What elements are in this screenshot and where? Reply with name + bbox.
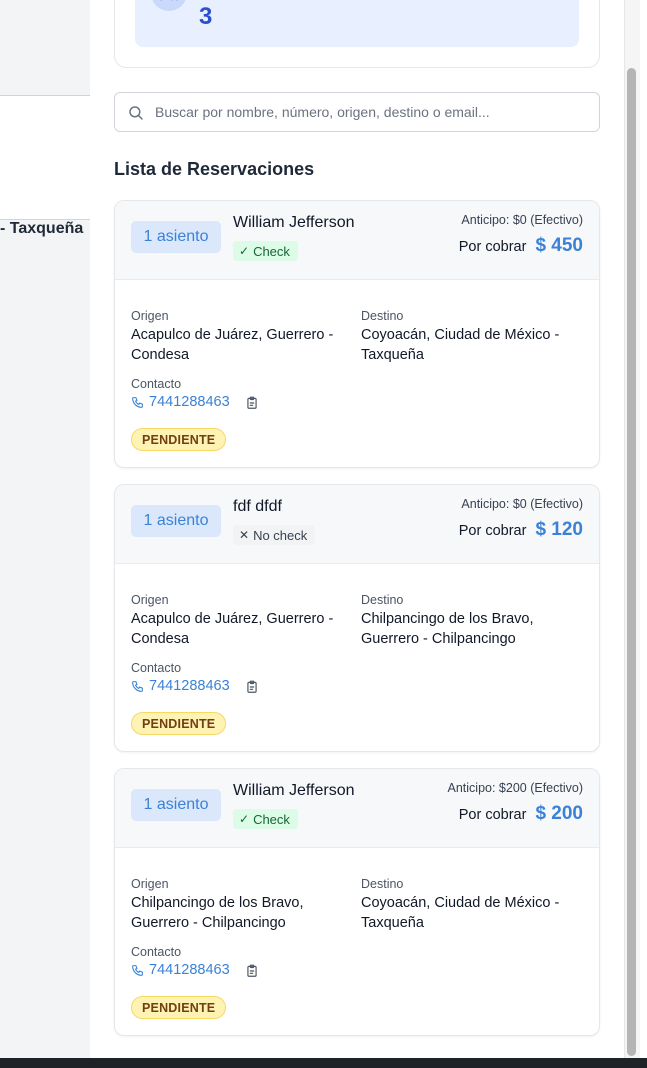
check-badge[interactable]: ✕ No check [233, 525, 316, 545]
phone-link[interactable]: 7441288463 [131, 678, 230, 694]
stats-card: 3 [114, 0, 600, 68]
deposit-text: Anticipo: $0 (Efectivo) [461, 213, 583, 227]
reservation-header: 1 asiento fdf dfdf ✕ No check Anticipo: … [115, 485, 599, 564]
destination-value: Coyoacán, Ciudad de México - Taxqueña [361, 327, 560, 363]
phone-number: 7441288463 [149, 678, 230, 694]
search-input[interactable] [155, 93, 595, 131]
stats-value: 3 [199, 3, 213, 30]
background-route-card[interactable]: - Taxqueña [0, 95, 96, 237]
contact-label: Contacto [131, 661, 182, 675]
status-badge: PENDIENTE [131, 712, 227, 735]
passenger-name: William Jefferson [233, 214, 355, 231]
origin-label: Origen [131, 309, 169, 323]
seat-count-badge: 1 asiento [131, 221, 221, 253]
passenger-name: William Jefferson [233, 782, 355, 799]
users-icon [151, 0, 187, 11]
destination-value: Chilpancingo de los Bravo, Guerrero - Ch… [361, 611, 534, 647]
deposit-text: Anticipo: $0 (Efectivo) [461, 497, 583, 511]
reservation-header: 1 asiento William Jefferson ✓ Check Anti… [115, 769, 599, 848]
stats-panel: 3 [135, 0, 579, 47]
amount-due-value: $ 200 [535, 803, 583, 824]
destination-label: Destino [361, 593, 404, 607]
reservation-card[interactable]: 1 asiento William Jefferson ✓ Check Anti… [114, 768, 600, 1036]
amount-due-value: $ 450 [535, 235, 583, 256]
amount-due: Por cobrar $ 450 [459, 235, 583, 257]
check-label: Check [253, 243, 290, 259]
check-badge[interactable]: ✓ Check [233, 809, 298, 829]
phone-link[interactable]: 7441288463 [131, 394, 230, 410]
destination-label: Destino [361, 877, 404, 891]
search-icon [129, 106, 143, 120]
check-label: No check [253, 527, 308, 543]
status-badge: PENDIENTE [131, 428, 227, 451]
destination-label: Destino [361, 309, 404, 323]
amount-due-label: Por cobrar [458, 523, 527, 539]
check-badge[interactable]: ✓ Check [233, 241, 298, 261]
contact-label: Contacto [131, 377, 182, 391]
status-badge: PENDIENTE [131, 996, 227, 1019]
search-box [114, 92, 600, 132]
phone-link[interactable]: 7441288463 [131, 962, 230, 978]
clipboard-icon[interactable] [245, 680, 259, 694]
amount-due: Por cobrar $ 200 [459, 803, 583, 825]
check-icon: ✓ [239, 244, 250, 258]
reservation-card[interactable]: 1 asiento William Jefferson ✓ Check Anti… [114, 200, 600, 468]
clipboard-icon[interactable] [245, 964, 259, 978]
check-label: Check [253, 811, 290, 827]
origin-value: Acapulco de Juárez, Guerrero - Condesa [131, 327, 334, 363]
check-icon: ✓ [239, 812, 250, 826]
seat-count-badge: 1 asiento [131, 505, 221, 537]
phone-number: 7441288463 [149, 394, 230, 410]
phone-number: 7441288463 [149, 962, 230, 978]
x-icon: ✕ [239, 528, 250, 542]
reservation-card[interactable]: 1 asiento fdf dfdf ✕ No check Anticipo: … [114, 484, 600, 752]
amount-due-label: Por cobrar [458, 807, 527, 823]
phone-icon [132, 964, 143, 976]
clipboard-icon[interactable] [245, 396, 259, 410]
origin-value: Acapulco de Juárez, Guerrero - Condesa [131, 611, 334, 647]
amount-due-label: Por cobrar [458, 239, 527, 255]
window-bottom-edge [0, 1058, 647, 1068]
background-route-text: - Taxqueña [0, 220, 84, 237]
origin-label: Origen [131, 593, 169, 607]
phone-icon [132, 396, 143, 408]
contact-label: Contacto [131, 945, 182, 959]
deposit-text: Anticipo: $200 (Efectivo) [447, 781, 584, 795]
origin-label: Origen [131, 877, 169, 891]
reservation-header: 1 asiento William Jefferson ✓ Check Anti… [115, 201, 599, 280]
amount-due-value: $ 120 [535, 519, 583, 540]
passenger-name: fdf dfdf [233, 498, 282, 515]
origin-value: Chilpancingo de los Bravo, Guerrero - Ch… [131, 895, 304, 931]
amount-due: Por cobrar $ 120 [459, 519, 583, 541]
scrollbar-thumb[interactable] [627, 68, 636, 1056]
list-title: Lista de Reservaciones [114, 159, 315, 179]
seat-count-badge: 1 asiento [131, 789, 221, 821]
destination-value: Coyoacán, Ciudad de México - Taxqueña [361, 895, 560, 931]
phone-icon [132, 680, 143, 692]
